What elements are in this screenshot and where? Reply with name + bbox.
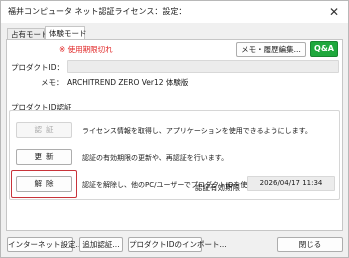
add-auth-button[interactable]: 追加認証...	[79, 237, 123, 252]
qa-button[interactable]: Q&A	[310, 41, 338, 57]
authenticate-description: ライセンス情報を取得し、アプリケーションを使用できるようにします。	[82, 127, 312, 135]
trial-mode-panel: ※ 使用期限切れ メモ・履歴編集... Q&A プロダクトID： メモ： ARC…	[6, 39, 343, 231]
close-button[interactable]: 閉じる	[277, 237, 343, 252]
import-product-id-button[interactable]: プロダクトIDのインポート...	[128, 237, 227, 252]
license-settings-window: 福井コンピュータ ネット認証ライセンス：設定： ✕ 占有モード 体験モード ※ …	[0, 0, 349, 258]
memo-label: メモ：	[41, 78, 64, 87]
renew-button[interactable]: 更新	[16, 149, 72, 165]
tab-trial-mode[interactable]: 体験モード	[45, 26, 87, 40]
release-button[interactable]: 解除	[16, 176, 72, 192]
renew-description: 認証の有効期限の更新や、再認証を行います。	[82, 154, 229, 162]
close-icon[interactable]: ✕	[326, 4, 342, 20]
memo-history-edit-button[interactable]: メモ・履歴編集...	[236, 42, 306, 57]
internet-settings-button[interactable]: インターネット設定...	[7, 237, 83, 252]
memo-value: ARCHITREND ZERO Ver12 体験版	[67, 78, 189, 87]
window-title: 福井コンピュータ ネット認証ライセンス：設定：	[8, 7, 187, 16]
expiry-label: 認証有効期限	[195, 183, 240, 192]
title-bar: 福井コンピュータ ネット認証ライセンス：設定： ✕	[1, 1, 348, 23]
product-id-label: プロダクトID：	[11, 63, 64, 72]
authenticate-button[interactable]: 認証	[16, 122, 72, 138]
expired-notice: ※ 使用期限切れ	[59, 45, 113, 54]
product-id-field	[67, 60, 339, 73]
expiry-value: 2026/04/17 11:34	[247, 176, 335, 191]
